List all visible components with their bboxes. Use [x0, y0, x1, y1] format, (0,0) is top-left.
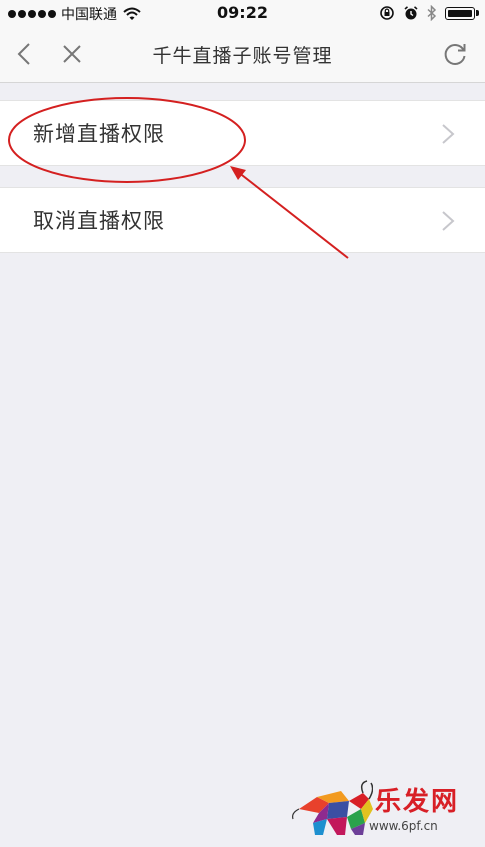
watermark-title: 乐发网 [375, 787, 460, 817]
status-bar: 中国联通 09:22 [0, 0, 485, 26]
cancel-live-permission-label: 取消直播权限 [33, 209, 165, 233]
menu-group-cancel: 取消直播权限 [0, 187, 485, 253]
alarm-icon [404, 6, 418, 20]
chevron-right-icon [442, 211, 455, 231]
watermark-url: www.6pf.cn [369, 819, 438, 833]
watermark: 乐发网 www.6pf.cn [289, 779, 479, 839]
battery-icon [445, 6, 479, 20]
status-right [379, 5, 479, 21]
chevron-right-icon [442, 124, 455, 144]
refresh-icon [444, 43, 466, 65]
menu-group-add: 新增直播权限 [0, 100, 485, 166]
rotation-lock-icon [380, 6, 394, 20]
cancel-live-permission-item[interactable]: 取消直播权限 [0, 187, 485, 253]
add-live-permission-item[interactable]: 新增直播权限 [0, 100, 485, 166]
page-title: 千牛直播子账号管理 [152, 45, 333, 67]
navigation-bar: 千牛直播子账号管理 [0, 26, 485, 83]
bluetooth-icon [427, 5, 437, 21]
bull-logo-icon [292, 780, 373, 835]
add-live-permission-label: 新增直播权限 [33, 122, 165, 146]
highlight-arrow-head [230, 166, 246, 180]
refresh-button[interactable] [439, 38, 471, 70]
